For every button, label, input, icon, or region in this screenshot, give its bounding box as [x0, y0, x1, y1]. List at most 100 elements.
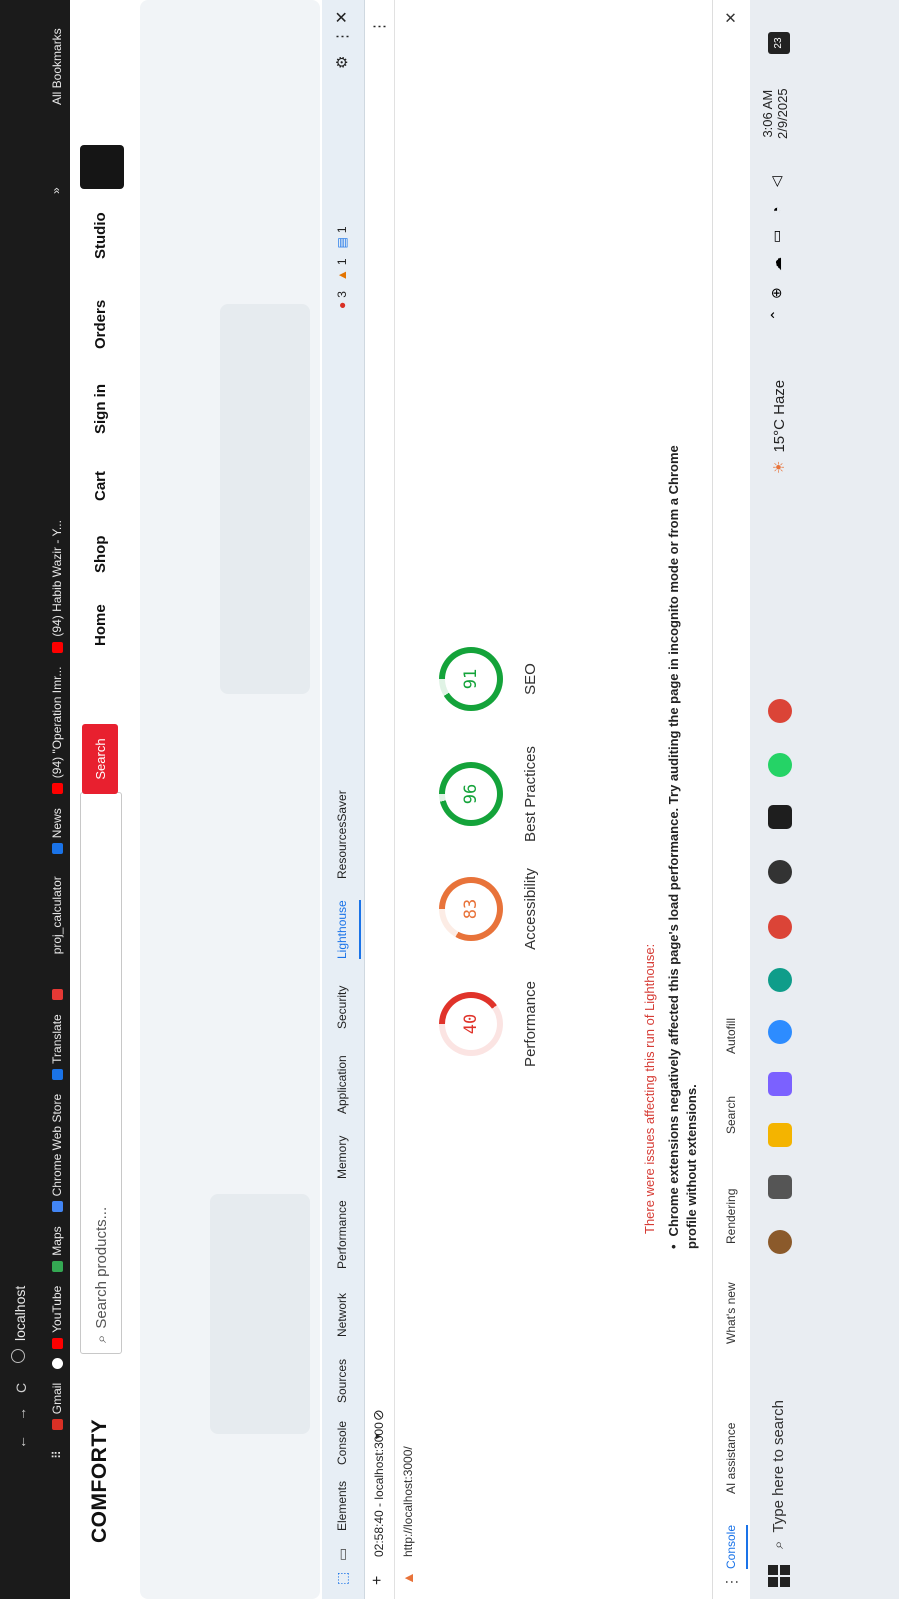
best-practices-gauge[interactable]: 96 [439, 762, 503, 826]
zoom-icon[interactable] [768, 1020, 792, 1044]
report-url[interactable]: http://localhost:3000/ [401, 1446, 415, 1557]
task-view-icon[interactable] [768, 1175, 792, 1199]
site-info-icon[interactable] [11, 1349, 25, 1363]
product-card[interactable] [220, 304, 310, 694]
inspect-icon[interactable]: ⬚ [334, 1572, 351, 1585]
chrome-icon[interactable] [768, 699, 792, 723]
volume-icon[interactable]: ◁ [768, 176, 785, 187]
best-practices-score: 96 [461, 783, 481, 805]
info-count: 1 [335, 226, 349, 234]
bookmark-label: News [50, 808, 64, 839]
site-logo[interactable]: COMFORTY [88, 1419, 112, 1543]
bookmark-red[interactable] [50, 984, 64, 1001]
bookmark-maps[interactable]: Maps [50, 1226, 64, 1272]
nav-home[interactable]: Home [92, 604, 109, 646]
drawer-tab-search[interactable]: Search [724, 1096, 738, 1134]
gear-icon[interactable]: ⚙ [333, 56, 351, 69]
bookmark-translate[interactable]: Translate [50, 1014, 64, 1080]
drawer-tab-ai-assistance[interactable]: AI assistance [724, 1423, 738, 1494]
windows-start-icon[interactable] [768, 1565, 790, 1587]
bookmark-operation[interactable]: (94) "Operation Imr... [50, 667, 64, 795]
whatsapp-icon[interactable] [768, 753, 792, 777]
chevron-down-icon[interactable]: ▼ [373, 1432, 383, 1441]
nav-cart[interactable]: Cart [92, 471, 109, 501]
tab-resourcessaver[interactable]: ResourcesSaver [335, 790, 349, 879]
terminal-icon[interactable] [768, 805, 792, 829]
more-bookmarks-chevron[interactable]: » [49, 187, 63, 194]
new-report-icon[interactable]: + [369, 1576, 387, 1585]
drawer-tab-console[interactable]: Console [724, 1524, 748, 1569]
seo-gauge[interactable]: 91 [439, 647, 503, 711]
notification-button[interactable]: 23 [768, 32, 790, 54]
devtools-tab-bar: ⬚ ▭ Elements Console Sources Network Per… [322, 0, 365, 1599]
wifi-icon[interactable]: ◔ [768, 207, 784, 215]
bookmark-label: Translate [50, 1014, 64, 1064]
search-input[interactable]: ⌕ Search products... [80, 792, 122, 1354]
nav-orders[interactable]: Orders [92, 300, 109, 349]
tab-security[interactable]: Security [335, 986, 349, 1029]
report-selector[interactable]: 02:58:40 - localhost:3000 [372, 1422, 386, 1557]
nav-sign-in[interactable]: Sign in [92, 384, 109, 434]
tab-elements[interactable]: Elements [335, 1481, 349, 1531]
copilot-icon[interactable] [768, 1072, 792, 1096]
apps-icon[interactable]: ⠿ [50, 1450, 64, 1459]
nav-studio[interactable]: Studio [92, 212, 109, 259]
forward-button[interactable]: → [13, 1407, 29, 1421]
performance-score: 40 [461, 1013, 481, 1035]
nav-shop[interactable]: Shop [92, 536, 109, 574]
tab-console[interactable]: Console [335, 1421, 349, 1465]
drawer-tab-autofill[interactable]: Autofill [724, 1018, 738, 1054]
browser-toolbar: ← → C localhost [0, 0, 44, 1599]
address-bar[interactable]: localhost [12, 1286, 28, 1341]
football-icon[interactable] [768, 1230, 792, 1254]
back-button[interactable]: ← [13, 1435, 29, 1449]
bookmark-news[interactable]: News [50, 808, 64, 855]
clock-date: 2/9/2025 [775, 88, 790, 139]
tab-sources[interactable]: Sources [335, 1359, 349, 1403]
chrome-icon[interactable] [768, 915, 792, 939]
tab-lighthouse[interactable]: Lighthouse [335, 900, 361, 959]
chevron-up-icon[interactable]: ⌃ [768, 309, 785, 321]
bookmark-label: Gmail [50, 1382, 64, 1415]
search-button[interactable]: Search [82, 724, 118, 794]
bookmark-youtube[interactable]: YouTube [50, 1286, 64, 1349]
bookmark-chrome[interactable] [50, 1353, 64, 1369]
clear-icon[interactable]: ⊘ [370, 1409, 387, 1421]
tab-application[interactable]: Application [335, 1055, 349, 1114]
tab-network[interactable]: Network [335, 1293, 349, 1337]
bookmark-habib[interactable]: (94) Habib Wazir - Y... [50, 520, 64, 653]
close-icon[interactable]: ✕ [722, 11, 740, 24]
bookmark-gmail[interactable]: Gmail [50, 1382, 64, 1431]
edge-icon[interactable] [768, 968, 792, 992]
close-icon[interactable]: ✕ [332, 11, 352, 24]
tray-icon[interactable]: ⊕ [768, 287, 785, 299]
clock[interactable]: 3:06 AM 2/9/2025 [760, 88, 790, 139]
file-explorer-icon[interactable] [768, 1123, 792, 1147]
tab-memory[interactable]: Memory [335, 1136, 349, 1179]
weather-widget[interactable]: ☀ 15°C Haze [770, 380, 789, 474]
performance-gauge[interactable]: 40 [439, 992, 503, 1056]
app-icon[interactable] [768, 860, 792, 884]
issue-badges[interactable]: ● 3 ▲ 1 ▤ 1 [335, 226, 349, 309]
warning-title: There were issues affecting this run of … [642, 943, 657, 1234]
drawer-tab-rendering[interactable]: Rendering [724, 1189, 738, 1244]
bookmark-proj-calculator[interactable]: proj_calculator [50, 876, 64, 954]
reload-button[interactable]: C [13, 1383, 29, 1393]
device-toolbar-icon[interactable]: ▭ [334, 1548, 351, 1561]
more-options-icon[interactable]: ⋮ [370, 19, 388, 34]
battery-icon[interactable]: ▭ [768, 230, 785, 243]
drawer-tab-whats-new[interactable]: What's new [724, 1282, 738, 1344]
product-card[interactable] [210, 1194, 310, 1434]
accessibility-gauge[interactable]: 83 [439, 877, 503, 941]
best-practices-label: Best Practices [522, 746, 539, 842]
bookmark-webstore[interactable]: Chrome Web Store [50, 1094, 64, 1213]
gmail-icon [52, 1419, 64, 1431]
more-options-icon[interactable]: ⋮ [723, 1575, 740, 1589]
youtube-icon [52, 641, 64, 653]
tray-icon[interactable]: ☁ [768, 257, 785, 271]
taskbar-search-input[interactable]: ⌕ Type here to search [770, 1400, 787, 1549]
tab-performance[interactable]: Performance [335, 1200, 349, 1269]
avatar[interactable] [80, 145, 124, 189]
more-options-icon[interactable]: ⋮ [333, 29, 351, 44]
all-bookmarks-link[interactable]: All Bookmarks [50, 28, 64, 105]
